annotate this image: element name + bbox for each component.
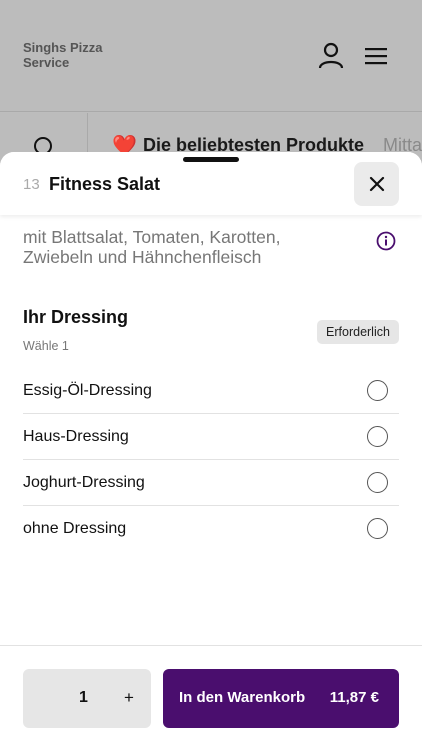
radio-button[interactable] [367,426,388,447]
dressing-section-title: Ihr Dressing [23,307,129,327]
option-label: Joghurt-Dressing [23,474,145,491]
quantity-plus-button[interactable]: + [119,687,139,709]
item-title: Fitness Salat [49,174,161,194]
option-label: Haus-Dressing [23,428,129,445]
user-icon[interactable] [318,42,344,70]
cart-price: 11,87 € [329,689,379,706]
sheet-footer: 1 + In den Warenkorb 11,87 € [0,645,422,750]
close-icon [369,176,384,192]
close-button[interactable] [354,162,399,206]
sheet-header: 13 Fitness Salat [0,152,422,215]
dressing-options: Essig-Öl-Dressing Haus-Dressing Joghurt-… [23,368,399,552]
option-label: Essig-Öl-Dressing [23,382,152,399]
product-sheet: 13 Fitness Salat mit Blattsalat, Tomaten… [0,152,422,750]
list-item[interactable]: Haus-Dressing [23,414,399,460]
list-item[interactable]: Joghurt-Dressing [23,460,399,506]
item-number: 13 [23,176,40,193]
radio-button[interactable] [367,380,388,401]
add-to-cart-button[interactable]: In den Warenkorb 11,87 € [163,669,399,728]
option-label: ohne Dressing [23,520,127,537]
list-item[interactable]: ohne Dressing [23,506,399,552]
sheet-grabber[interactable] [183,157,239,162]
brand-name: Singhs Pizza Service [23,40,103,70]
required-badge: Erforderlich [317,320,399,344]
dressing-section-subtitle: Wähle 1 [23,339,69,353]
quantity-value: 1 [79,689,88,706]
info-icon[interactable] [376,231,396,251]
menu-icon[interactable] [364,46,388,66]
background-header: Singhs Pizza Service [0,0,422,112]
quantity-stepper[interactable]: 1 + [23,669,151,728]
item-description: mit Blattsalat, Tomaten, Karotten, Zwieb… [23,227,281,267]
add-to-cart-label: In den Warenkorb [179,689,306,706]
radio-button[interactable] [367,518,388,539]
list-item[interactable]: Essig-Öl-Dressing [23,368,399,414]
radio-button[interactable] [367,472,388,493]
